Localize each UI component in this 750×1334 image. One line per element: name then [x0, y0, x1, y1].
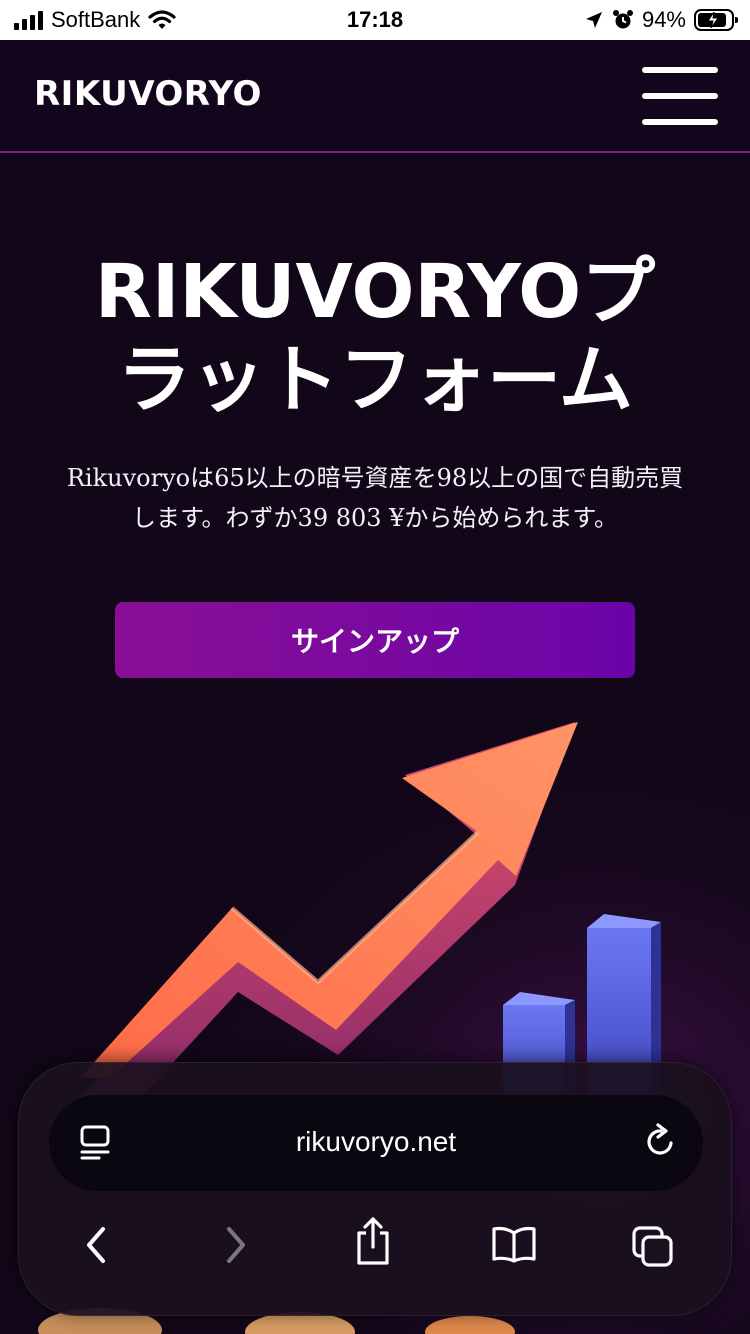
- share-icon[interactable]: [353, 1215, 393, 1267]
- reload-icon[interactable]: [643, 1123, 679, 1161]
- hero-title-line2: ラットフォーム: [117, 337, 633, 423]
- url-text[interactable]: rikuvoryo.net: [49, 1126, 703, 1158]
- status-right: 94%: [584, 7, 738, 33]
- location-arrow-icon: [585, 12, 602, 28]
- hero-description-line2: します。わずか39 803 ¥から始められます。: [131, 504, 619, 532]
- address-bar[interactable]: rikuvoryo.net: [49, 1095, 703, 1191]
- status-bar: SoftBank 17:18 94%: [0, 0, 750, 40]
- chevron-left-icon[interactable]: [81, 1223, 111, 1267]
- chevron-right-icon[interactable]: [221, 1223, 251, 1267]
- signup-button[interactable]: サインアップ: [115, 602, 635, 678]
- alarm-clock-icon: [612, 10, 633, 29]
- hamburger-menu-icon[interactable]: [642, 67, 718, 125]
- browser-toolbar: rikuvoryo.net: [18, 1062, 732, 1316]
- site-header: RIKUVORYO: [0, 40, 750, 153]
- battery-charging-icon: [694, 9, 738, 31]
- hero-title-line1: RIKUVORYOプ: [94, 249, 656, 335]
- book-icon[interactable]: [491, 1225, 537, 1263]
- site-logo[interactable]: RIKUVORYO: [34, 74, 262, 114]
- hero-description: Rikuvoryoは65以上の暗号資産を98以上の国で自動売買 します。わずか3…: [30, 458, 720, 538]
- battery-percent: 94%: [641, 7, 686, 32]
- hero-description-line1: Rikuvoryoは65以上の暗号資産を98以上の国で自動売買: [66, 464, 684, 492]
- hero-title: RIKUVORYOプ ラットフォーム: [20, 248, 730, 424]
- tabs-icon[interactable]: [631, 1225, 675, 1269]
